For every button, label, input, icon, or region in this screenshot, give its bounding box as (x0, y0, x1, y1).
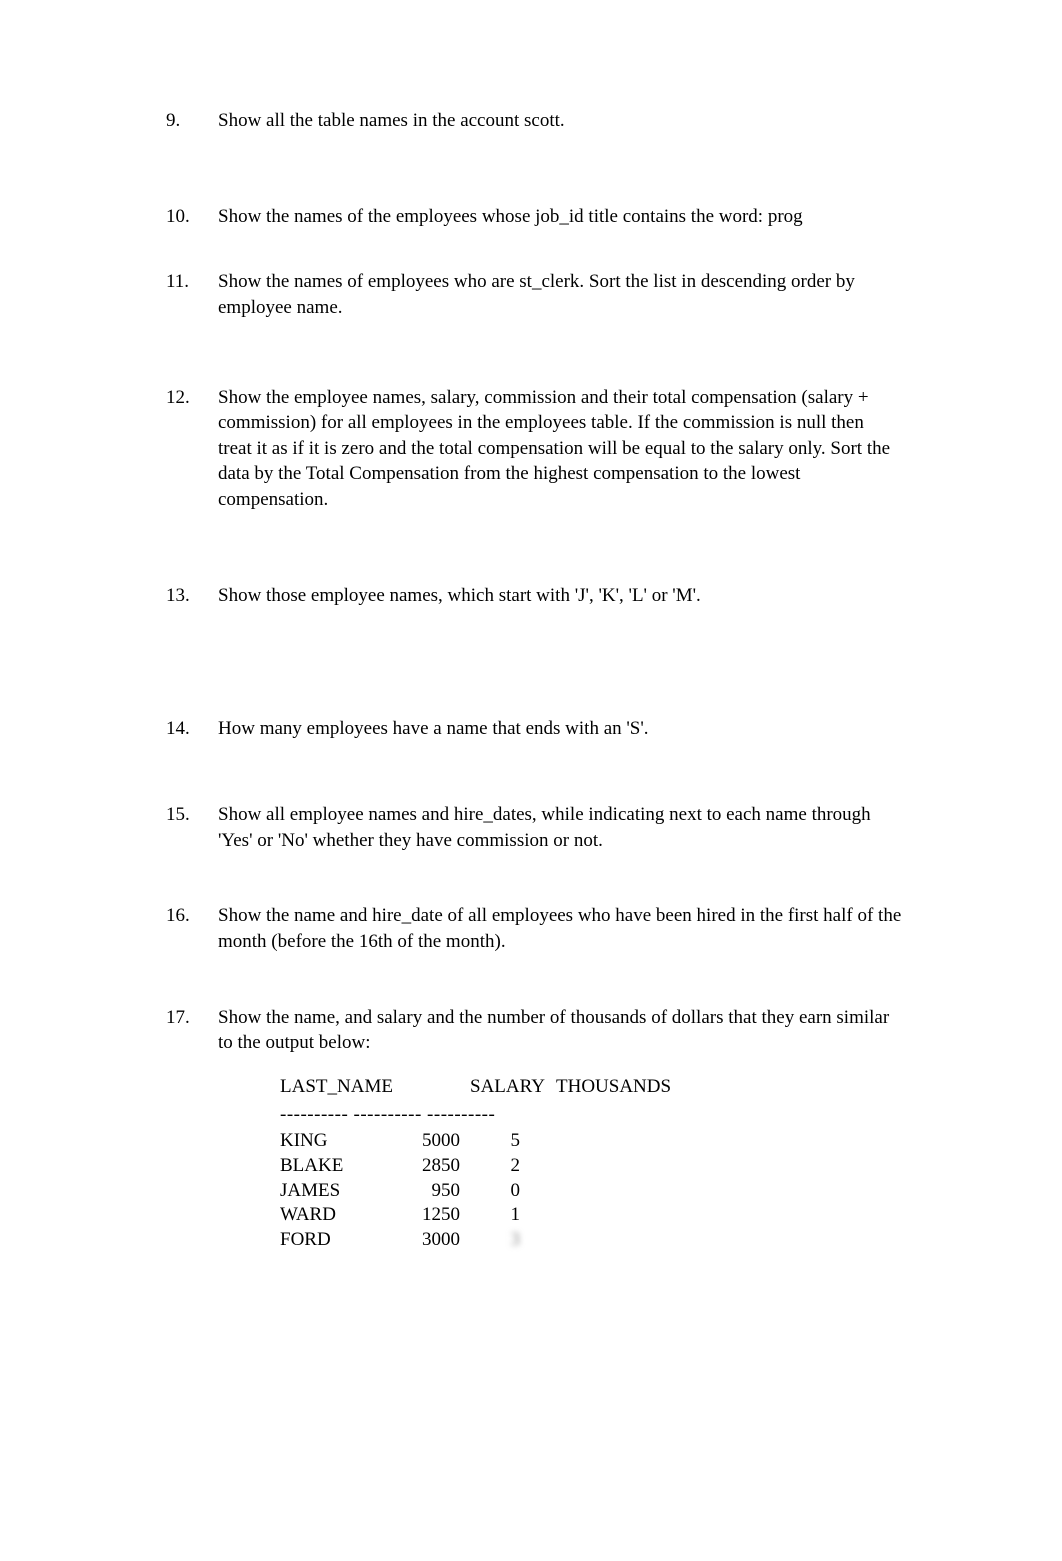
header-thousands: THOUSANDS (556, 1074, 671, 1100)
output-header: LAST_NAME SALARY THOUSANDS (280, 1074, 902, 1100)
question-text: Show the names of the employees whose jo… (218, 204, 902, 230)
cell-salary: 950 (398, 1179, 460, 1204)
output-row: KING 5000 5 (280, 1129, 902, 1154)
cell-salary: 2850 (398, 1154, 460, 1179)
cell-name: BLAKE (280, 1154, 398, 1179)
output-row: BLAKE 2850 2 (280, 1154, 902, 1179)
cell-thousands: 3 (460, 1228, 520, 1253)
question-12: 12. Show the employee names, salary, com… (166, 385, 902, 513)
cell-name: FORD (280, 1228, 398, 1253)
question-body: Show the name, and salary and the number… (218, 1005, 902, 1253)
question-number: 16. (166, 903, 218, 954)
question-9: 9. Show all the table names in the accou… (166, 108, 902, 134)
cell-thousands: 1 (460, 1203, 520, 1228)
header-salary: SALARY (470, 1074, 556, 1100)
question-text: Show the name and hire_date of all emplo… (218, 903, 902, 954)
output-divider: ---------- ---------- ---------- (280, 1102, 902, 1128)
question-text: Show those employee names, which start w… (218, 583, 902, 609)
question-10: 10. Show the names of the employees whos… (166, 204, 902, 230)
question-number: 11. (166, 269, 218, 320)
cell-thousands: 2 (460, 1154, 520, 1179)
cell-salary: 5000 (398, 1129, 460, 1154)
sample-output: LAST_NAME SALARY THOUSANDS ---------- --… (280, 1074, 902, 1253)
cell-salary: 1250 (398, 1203, 460, 1228)
question-number: 14. (166, 716, 218, 742)
question-text: Show the name, and salary and the number… (218, 1005, 902, 1056)
question-17: 17. Show the name, and salary and the nu… (166, 1005, 902, 1253)
cell-salary: 3000 (398, 1228, 460, 1253)
question-number: 12. (166, 385, 218, 513)
question-15: 15. Show all employee names and hire_dat… (166, 802, 902, 853)
question-number: 15. (166, 802, 218, 853)
header-last-name: LAST_NAME (280, 1074, 470, 1100)
question-text: Show the employee names, salary, commiss… (218, 385, 902, 513)
question-text: How many employees have a name that ends… (218, 716, 902, 742)
cell-name: WARD (280, 1203, 398, 1228)
output-row: FORD 3000 3 (280, 1228, 902, 1253)
cell-name: JAMES (280, 1179, 398, 1204)
question-11: 11. Show the names of employees who are … (166, 269, 902, 320)
cell-thousands: 0 (460, 1179, 520, 1204)
cell-thousands: 5 (460, 1129, 520, 1154)
question-number: 10. (166, 204, 218, 230)
question-text: Show the names of employees who are st_c… (218, 269, 902, 320)
output-row: JAMES 950 0 (280, 1179, 902, 1204)
output-row: WARD 1250 1 (280, 1203, 902, 1228)
question-13: 13. Show those employee names, which sta… (166, 583, 902, 609)
question-16: 16. Show the name and hire_date of all e… (166, 903, 902, 954)
question-number: 13. (166, 583, 218, 609)
question-number: 9. (166, 108, 218, 134)
question-14: 14. How many employees have a name that … (166, 716, 902, 742)
question-text: Show all employee names and hire_dates, … (218, 802, 902, 853)
question-number: 17. (166, 1005, 218, 1253)
cell-name: KING (280, 1129, 398, 1154)
question-text: Show all the table names in the account … (218, 108, 902, 134)
